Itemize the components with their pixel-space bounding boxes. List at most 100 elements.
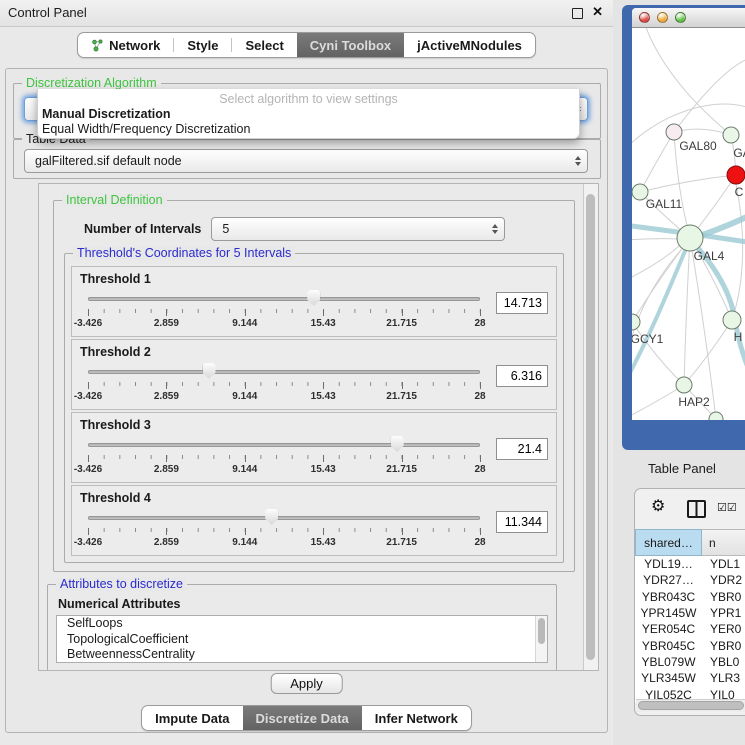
control-panel-titlebar: Control Panel ✕ xyxy=(0,0,613,27)
cell-shared-name: YDR27… xyxy=(635,573,702,587)
top-tab-bar-wrap: NetworkStyleSelect Cyni Toolbox jActiveMNo… xyxy=(0,32,613,58)
threshold-value-input[interactable] xyxy=(496,292,548,314)
threshold-slider[interactable] xyxy=(88,507,480,527)
slider-track[interactable] xyxy=(88,516,480,520)
tab-label: jActiveMNodules xyxy=(417,38,522,53)
close-icon[interactable]: ✕ xyxy=(592,4,603,20)
list-item[interactable]: BetweennessCentrality xyxy=(57,647,547,663)
threshold-label: Threshold 4 xyxy=(80,491,548,505)
network-node-h[interactable] xyxy=(723,311,741,329)
tick-label: 28 xyxy=(474,318,485,329)
table-row[interactable]: YBR045CYBR0 xyxy=(635,637,745,653)
table-panel-toolbar: ⚙ ☑☑ xyxy=(635,489,745,529)
control-panel-window: Control Panel ✕ NetworkStyleSelect Cyni T… xyxy=(0,0,613,745)
list-scrollbar[interactable] xyxy=(535,616,547,662)
threshold-label: Threshold 1 xyxy=(80,272,548,286)
network-canvas[interactable]: GAL80GACGAL11GAL4GCY1HHAP2 xyxy=(632,28,745,420)
major-tick xyxy=(402,382,403,389)
slider-track[interactable] xyxy=(88,443,480,447)
slider-thumb[interactable] xyxy=(265,509,278,525)
bottom-tab-impute-data[interactable]: Impute Data xyxy=(142,706,242,730)
network-node-gal4[interactable] xyxy=(677,225,703,251)
list-scrollbar-thumb[interactable] xyxy=(538,618,545,644)
table-row[interactable]: YDL19…YDL1 xyxy=(635,556,745,572)
tick-label: 15.43 xyxy=(311,391,336,402)
table-data-combo[interactable]: galFiltered.sif default node xyxy=(24,149,588,173)
major-tick xyxy=(88,309,89,316)
minimize-button[interactable] xyxy=(657,12,668,23)
tick-label: 28 xyxy=(474,464,485,475)
zoom-button[interactable] xyxy=(675,12,686,23)
dropdown-option[interactable]: Manual Discretization xyxy=(38,107,579,122)
slider-thumb[interactable] xyxy=(391,436,404,452)
table-panel: ⚙ ☑☑ shared… n YDL19…YDL1YDR27…YDR2YBR04… xyxy=(634,488,745,716)
table-row[interactable]: YER054CYER0 xyxy=(635,621,745,637)
tab-jactivemnodules[interactable]: jActiveMNodules xyxy=(404,33,535,57)
slider-thumb[interactable] xyxy=(203,363,216,379)
list-item[interactable]: SelfLoops xyxy=(57,616,547,632)
number-of-intervals-row: Number of Intervals 5 xyxy=(84,217,564,241)
slider-tick-labels: -3.4262.8599.14415.4321.71528 xyxy=(88,537,480,549)
network-node-ga[interactable] xyxy=(723,127,739,143)
threshold-value-input[interactable] xyxy=(496,365,548,387)
column-header-name[interactable]: n xyxy=(702,529,745,556)
table-row[interactable]: YPR145WYPR1 xyxy=(635,605,745,621)
threshold-slider[interactable] xyxy=(88,288,480,308)
threshold-value-input[interactable] xyxy=(496,511,548,533)
table-row[interactable]: YLR345WYLR3 xyxy=(635,670,745,686)
split-columns-icon[interactable] xyxy=(687,500,706,518)
table-row[interactable]: YDR27…YDR2 xyxy=(635,572,745,588)
tab-label: Cyni Toolbox xyxy=(310,38,391,53)
algorithm-dropdown: Manual DiscretizationEqual Width/Frequen… xyxy=(38,107,579,137)
table-row[interactable]: YBR043CYBR0 xyxy=(635,589,745,605)
threshold-panel: Threshold 3-3.4262.8599.14415.4321.71528 xyxy=(71,412,557,483)
hscrollbar-thumb[interactable] xyxy=(638,701,744,710)
slider-thumb[interactable] xyxy=(307,290,320,306)
threshold-value-input[interactable] xyxy=(496,438,548,460)
network-window-titlebar xyxy=(632,8,745,28)
close-button[interactable] xyxy=(639,12,650,23)
apply-button[interactable]: Apply xyxy=(270,673,343,694)
bottom-tab-discretize-data[interactable]: Discretize Data xyxy=(243,706,362,730)
pane-scrollbar[interactable] xyxy=(583,184,598,670)
number-of-intervals-value: 5 xyxy=(212,222,504,236)
column-header-shared[interactable]: shared… xyxy=(635,529,702,556)
select-columns-icon[interactable]: ☑☑ xyxy=(717,501,737,514)
major-tick xyxy=(88,528,89,535)
major-tick xyxy=(166,309,167,316)
threshold-row: -3.4262.8599.14415.4321.71528 xyxy=(80,288,548,330)
threshold-slider[interactable] xyxy=(88,434,480,454)
table-row[interactable]: YBL079WYBL0 xyxy=(635,654,745,670)
network-node-c[interactable] xyxy=(727,166,745,184)
discretization-algorithm-title: Discretization Algorithm xyxy=(22,76,161,90)
list-item[interactable]: TopologicalCoefficient xyxy=(57,632,547,648)
slider-track[interactable] xyxy=(88,297,480,301)
numerical-attributes-list[interactable]: SelfLoopsTopologicalCoefficientBetweenne… xyxy=(56,615,548,663)
gear-icon[interactable]: ⚙ xyxy=(651,499,665,515)
tick-label: 21.715 xyxy=(386,318,417,329)
threshold-row: -3.4262.8599.14415.4321.71528 xyxy=(80,361,548,403)
tab-label: Infer Network xyxy=(375,711,458,726)
table-horizontal-scrollbar[interactable] xyxy=(636,699,745,712)
number-of-intervals-combo[interactable]: 5 xyxy=(211,217,505,241)
settings-scroll-pane: Interval Definition Number of Intervals … xyxy=(38,183,599,671)
slider-track[interactable] xyxy=(88,370,480,374)
threshold-slider[interactable] xyxy=(88,361,480,381)
tab-select[interactable]: Select xyxy=(232,33,296,57)
network-node-hap2[interactable] xyxy=(676,377,692,393)
major-tick xyxy=(88,455,89,462)
slider-ticks xyxy=(88,382,480,390)
network-node-gal80[interactable] xyxy=(666,124,682,140)
float-window-icon[interactable] xyxy=(572,8,583,19)
tab-cyni-toolbox[interactable]: Cyni Toolbox xyxy=(297,33,404,57)
tick-label: -3.426 xyxy=(74,391,102,402)
tick-label: 2.859 xyxy=(154,537,179,548)
pane-scrollbar-thumb[interactable] xyxy=(586,194,595,660)
dropdown-option[interactable]: Equal Width/Frequency Discretization xyxy=(38,122,579,137)
traffic-lights xyxy=(639,12,686,23)
tab-network[interactable]: Network xyxy=(78,33,173,57)
cell-name: YBR0 xyxy=(702,590,745,604)
bottom-tab-infer-network[interactable]: Infer Network xyxy=(362,706,471,730)
tick-label: 9.144 xyxy=(232,537,257,548)
tab-style[interactable]: Style xyxy=(174,33,231,57)
